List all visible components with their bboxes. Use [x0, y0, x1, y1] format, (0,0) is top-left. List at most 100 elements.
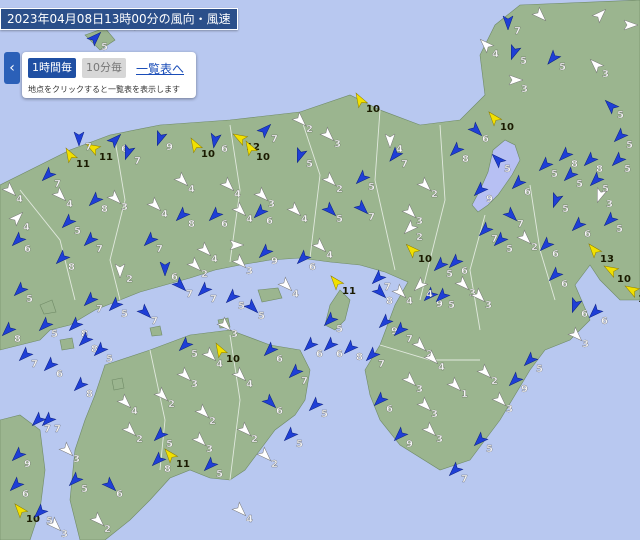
wind-speed-label: 7	[186, 289, 193, 300]
wind-speed-label: 5	[51, 329, 58, 340]
tenmin-button[interactable]: 10分毎	[82, 58, 126, 78]
wind-speed-label: 5	[617, 110, 624, 121]
wind-speed-label: 4	[246, 514, 253, 525]
wind-speed-label: 10	[617, 274, 631, 285]
wind-speed-label: 6	[336, 349, 343, 360]
wind-speed-label: 4	[246, 379, 253, 390]
wind-speed-label: 3	[602, 69, 609, 80]
wind-speed-label: 8	[356, 352, 363, 363]
wind-speed-label: 6	[581, 309, 588, 320]
wind-speed-label: 13	[600, 254, 614, 265]
wind-speed-label: 5	[121, 309, 128, 320]
wind-speed-label: 5	[368, 182, 375, 193]
wind-speed-label: 1	[461, 389, 468, 400]
wind-speed-label: 5	[536, 364, 543, 375]
wind-speed-label: 4	[438, 362, 445, 373]
wind-speed-label: 5	[624, 164, 631, 175]
wind-speed-label: 3	[206, 444, 213, 455]
wind-speed-label: 3	[268, 199, 275, 210]
wind-speed-label: 5	[191, 349, 198, 360]
hourly-button[interactable]: 1時間毎	[28, 58, 76, 78]
wind-speed-label: 5	[81, 484, 88, 495]
wind-speed-label: 11	[176, 459, 190, 470]
wind-speed-label: 7	[461, 474, 468, 485]
wind-speed-label: 6	[309, 262, 316, 273]
wind-speed-label: 3	[521, 84, 528, 95]
wind-speed-label: 6	[116, 489, 123, 500]
wind-speed-label: 4	[406, 296, 413, 307]
wind-speed-label: 7	[151, 316, 158, 327]
wind-speed-label: 6	[266, 216, 273, 227]
wind-speed-label: 8	[386, 296, 393, 307]
wind-speed-label: 2	[126, 274, 133, 285]
wind-speed-label: 4	[16, 194, 23, 205]
wind-speed-label: 4	[292, 289, 299, 300]
wind-speed-label: 3	[61, 529, 68, 540]
wind-speed-label: 8	[86, 389, 93, 400]
wind-speed-label: 4	[188, 184, 195, 195]
wind-speed-label: 4	[131, 406, 138, 417]
wind-speed-label: 9	[166, 142, 173, 153]
wind-speed-label: 2	[201, 269, 208, 280]
wind-speed-label: 5	[559, 62, 566, 73]
wind-speed-label: 4	[426, 289, 433, 300]
wind-speed-label: 6	[221, 219, 228, 230]
wind-speed-label: 3	[191, 379, 198, 390]
wind-speed-label: 4	[66, 199, 73, 210]
wind-speed-label: 3	[485, 300, 492, 311]
wind-speed-label: 7	[96, 304, 103, 315]
wind-speed-label: 5	[26, 294, 33, 305]
wind-speed-label: 8	[571, 159, 578, 170]
wind-speed-label: 3	[73, 454, 80, 465]
wind-speed-label: 7	[514, 26, 521, 37]
wind-speed-label: 5	[238, 301, 245, 312]
wind-speed-label: 5	[321, 409, 328, 420]
wind-speed-label: 6	[482, 134, 489, 145]
wind-speed-label: 6	[276, 354, 283, 365]
wind-speed-label: 4	[234, 189, 241, 200]
wind-speed-label: 3	[431, 409, 438, 420]
wind-speed-label: 8	[164, 464, 171, 475]
wind-speed-label: 3	[231, 329, 238, 340]
wind-speed-label: 7	[210, 294, 217, 305]
wind-speed-label: 5	[486, 444, 493, 455]
wind-speed-label: 7	[96, 244, 103, 255]
wind-speed-label: 5	[296, 439, 303, 450]
wind-speed-label: 11	[76, 159, 90, 170]
chevron-left-icon[interactable]: ‹	[4, 52, 20, 84]
wind-speed-label: 5	[616, 224, 623, 235]
wind-speed-label: 5	[258, 311, 265, 322]
wind-speed-label: 7	[401, 159, 408, 170]
wind-speed-label: 5	[520, 56, 527, 67]
wind-speed-label: 9	[24, 459, 31, 470]
wind-speed-label: 6	[461, 266, 468, 277]
map-title: 2023年04月08日13時00分の風向・風速	[0, 8, 238, 30]
wind-speed-label: 10	[500, 122, 514, 133]
wind-speed-label: 7	[271, 134, 278, 145]
wind-speed-label: 10	[418, 254, 432, 265]
wind-speed-label: 3	[416, 384, 423, 395]
wind-speed-label: 5	[74, 226, 81, 237]
wind-speed-label: 4	[216, 359, 223, 370]
wind-speed-label: 6	[221, 144, 228, 155]
wind-speed-label: 9	[406, 439, 413, 450]
wind-speed-label: 7	[368, 212, 375, 223]
list-link[interactable]: 一覧表へ	[136, 60, 184, 77]
wind-speed-label: 6	[24, 244, 31, 255]
wind-speed-label: 7	[134, 156, 141, 167]
wind-speed-label: 6	[561, 279, 568, 290]
wind-speed-label: 7	[156, 244, 163, 255]
wind-speed-label: 2	[168, 399, 175, 410]
wind-speed-label: 2	[491, 376, 498, 387]
wind-speed-label: 6	[171, 272, 178, 283]
wind-speed-label: 5	[576, 179, 583, 190]
wind-speed-label: 4	[161, 209, 168, 220]
wind-speed-label: 6	[22, 489, 29, 500]
wind-speed-label: 2	[531, 242, 538, 253]
wind-speed-label: 3	[121, 202, 128, 213]
wind-speed-label: 6	[601, 316, 608, 327]
panel-note: 地点をクリックすると一覧表を表示します	[28, 85, 180, 94]
wind-speed-label: 9	[271, 256, 278, 267]
wind-speed-label: 7	[31, 359, 38, 370]
wind-speed-label: 2	[416, 232, 423, 243]
